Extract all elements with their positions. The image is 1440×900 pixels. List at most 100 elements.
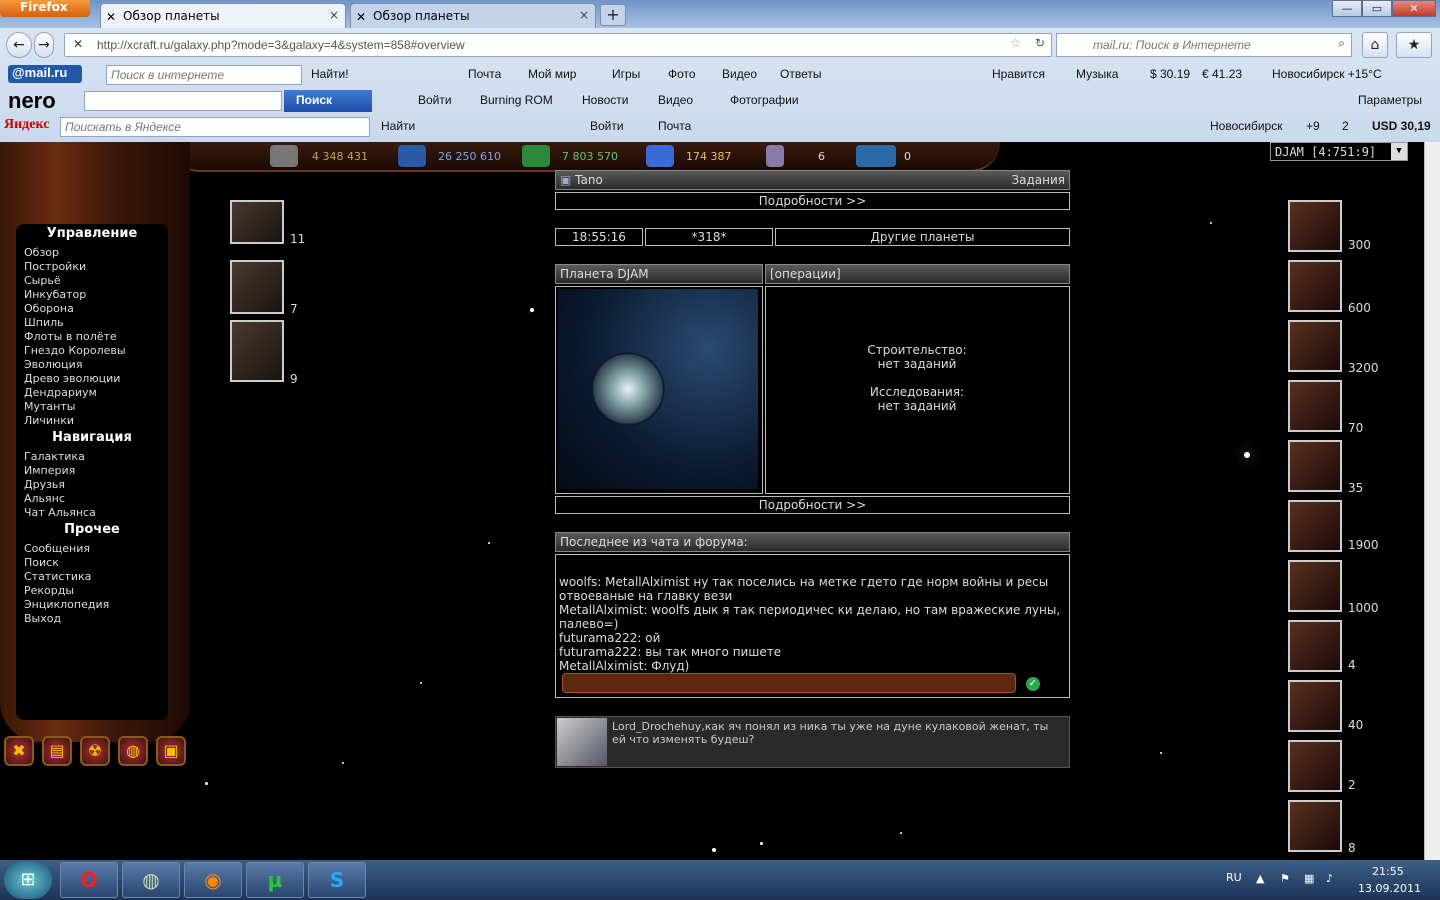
- menu-item-statistics[interactable]: Статистика: [24, 570, 91, 583]
- menu-item-overview[interactable]: Обзор: [24, 246, 59, 259]
- operations-link[interactable]: [операции]: [765, 264, 1070, 284]
- yandex-search-input[interactable]: Поискать в Яндексе: [60, 117, 370, 137]
- toolbar-item-photo[interactable]: Фото: [668, 67, 696, 81]
- back-button[interactable]: ←: [6, 32, 32, 58]
- menu-item-search[interactable]: Поиск: [24, 556, 59, 569]
- unit-image[interactable]: [230, 200, 284, 244]
- menu-item-resources[interactable]: Сырьё: [24, 274, 61, 287]
- nero-video[interactable]: Видео: [658, 93, 693, 107]
- unit-image[interactable]: [1288, 500, 1342, 552]
- unit-image[interactable]: [1288, 380, 1342, 432]
- menu-item-buildings[interactable]: Постройки: [24, 260, 86, 273]
- toolbar-item-mail[interactable]: Почта: [468, 67, 501, 81]
- nero-search-input[interactable]: [84, 91, 282, 111]
- menu-item-queen-nest[interactable]: Гнездо Королевы: [24, 344, 126, 357]
- unit-image[interactable]: [1288, 800, 1342, 852]
- details-link-top[interactable]: Подробности >>: [555, 192, 1070, 210]
- menu-item-evolution[interactable]: Эволюция: [24, 358, 82, 371]
- menu-item-larvae[interactable]: Личинки: [24, 414, 74, 427]
- firefox-icon[interactable]: ◉: [184, 862, 242, 898]
- other-planets-link[interactable]: Другие планеты: [775, 228, 1070, 246]
- window-icon[interactable]: ▣: [156, 736, 186, 766]
- unit-image[interactable]: [1288, 620, 1342, 672]
- menu-item-galaxy[interactable]: Галактика: [24, 450, 85, 463]
- planet-image[interactable]: [558, 289, 758, 489]
- toolbar-item-video[interactable]: Видео: [722, 67, 757, 81]
- menu-item-empire[interactable]: Империя: [24, 464, 75, 477]
- unit-image[interactable]: [1288, 740, 1342, 792]
- avatar[interactable]: [557, 718, 607, 766]
- search-icon[interactable]: ⌕: [1338, 36, 1345, 51]
- toolbar-item-answers[interactable]: Ответы: [780, 67, 821, 81]
- tray-network-icon[interactable]: ▦: [1304, 872, 1314, 885]
- minimize-button[interactable]: —: [1332, 0, 1362, 17]
- details-link-bottom[interactable]: Подробности >>: [555, 496, 1070, 514]
- unit-image[interactable]: [1288, 260, 1342, 312]
- clock-time[interactable]: 21:55: [1372, 865, 1404, 878]
- mail-find-button[interactable]: Найти!: [311, 67, 349, 81]
- planet-select[interactable]: DJAM [4:751:9] ▼: [1270, 142, 1408, 161]
- chat-input[interactable]: [562, 673, 1016, 693]
- tray-arrow-icon[interactable]: ▲: [1256, 872, 1264, 885]
- opera-icon[interactable]: O: [60, 862, 118, 898]
- menu-item-records[interactable]: Рекорды: [24, 584, 74, 597]
- tools-icon[interactable]: ✖: [4, 736, 34, 766]
- close-icon[interactable]: ×: [329, 8, 339, 22]
- clock-date[interactable]: 13.09.2011: [1358, 882, 1421, 895]
- start-button[interactable]: ⊞: [4, 861, 52, 899]
- menu-item-mutants[interactable]: Мутанты: [24, 400, 75, 413]
- yandex-mail[interactable]: Почта: [658, 119, 691, 133]
- menu-item-spire[interactable]: Шпиль: [24, 316, 64, 329]
- close-icon[interactable]: ×: [579, 8, 589, 22]
- menu-item-dendrarium[interactable]: Дендрариум: [24, 386, 97, 399]
- unit-image[interactable]: [230, 320, 284, 382]
- bookmarks-icon[interactable]: ★: [1396, 32, 1432, 58]
- nero-params[interactable]: Параметры: [1358, 93, 1422, 107]
- send-check-icon[interactable]: ✓: [1026, 677, 1040, 691]
- radiation-icon[interactable]: ☢: [80, 736, 110, 766]
- nero-login[interactable]: Войти: [418, 93, 452, 107]
- nero-burning-rom[interactable]: Burning ROM: [480, 93, 553, 107]
- forward-button[interactable]: →: [34, 32, 54, 58]
- tray-flag-icon[interactable]: ⚑: [1280, 872, 1290, 885]
- nero-photos[interactable]: Фотографии: [730, 93, 799, 107]
- tray-volume-icon[interactable]: ♪: [1326, 872, 1333, 885]
- toolbar-item-music[interactable]: Музыка: [1076, 67, 1118, 81]
- unit-image[interactable]: [230, 260, 284, 314]
- star-icon[interactable]: ☆: [1010, 36, 1021, 50]
- nero-news[interactable]: Новости: [582, 93, 628, 107]
- scrollbar[interactable]: [1424, 142, 1440, 860]
- nero-search-button[interactable]: Поиск: [284, 90, 372, 112]
- mailru-logo[interactable]: @mail.ru: [8, 65, 82, 83]
- globe-icon[interactable]: ◍: [118, 736, 148, 766]
- close-window-button[interactable]: ✕: [1392, 0, 1436, 17]
- menu-item-evolution-tree[interactable]: Древо эволюции: [24, 372, 120, 385]
- menu-item-alliance[interactable]: Альянс: [24, 492, 65, 505]
- unit-image[interactable]: [1288, 680, 1342, 732]
- url-bar[interactable]: ✕ http://xcraft.ru/galaxy.php?mode=3&gal…: [64, 33, 1052, 57]
- menu-item-fleets[interactable]: Флоты в полёте: [24, 330, 117, 343]
- unit-image[interactable]: [1288, 440, 1342, 492]
- unit-image[interactable]: [1288, 200, 1342, 252]
- menu-item-defense[interactable]: Оборона: [24, 302, 74, 315]
- tor-icon[interactable]: ◍: [122, 862, 180, 898]
- tab-overview-1[interactable]: ✕ Обзор планеты ×: [100, 3, 346, 28]
- mail-search-input[interactable]: Поиск в интернете: [106, 65, 302, 85]
- language-indicator[interactable]: RU: [1226, 871, 1242, 884]
- skype-icon[interactable]: S: [308, 862, 366, 898]
- yandex-find-button[interactable]: Найти: [381, 119, 415, 133]
- menu-item-exit[interactable]: Выход: [24, 612, 61, 625]
- menu-item-messages[interactable]: Сообщения: [24, 542, 90, 555]
- notes-icon[interactable]: ▤: [42, 736, 72, 766]
- menu-item-encyclopedia[interactable]: Энциклопедия: [24, 598, 109, 611]
- unit-image[interactable]: [1288, 320, 1342, 372]
- tasks-link[interactable]: Задания: [1011, 172, 1065, 188]
- toolbar-item-games[interactable]: Игры: [612, 67, 640, 81]
- reload-icon[interactable]: ↻: [1035, 36, 1045, 50]
- unit-image[interactable]: [1288, 560, 1342, 612]
- toolbar-item-like[interactable]: Нравится: [992, 67, 1045, 81]
- menu-item-alliance-chat[interactable]: Чат Альянса: [24, 506, 96, 519]
- firefox-menu-button[interactable]: Firefox: [0, 0, 90, 17]
- home-icon[interactable]: ⌂: [1362, 32, 1388, 58]
- toolbar-item-myworld[interactable]: Мой мир: [528, 67, 576, 81]
